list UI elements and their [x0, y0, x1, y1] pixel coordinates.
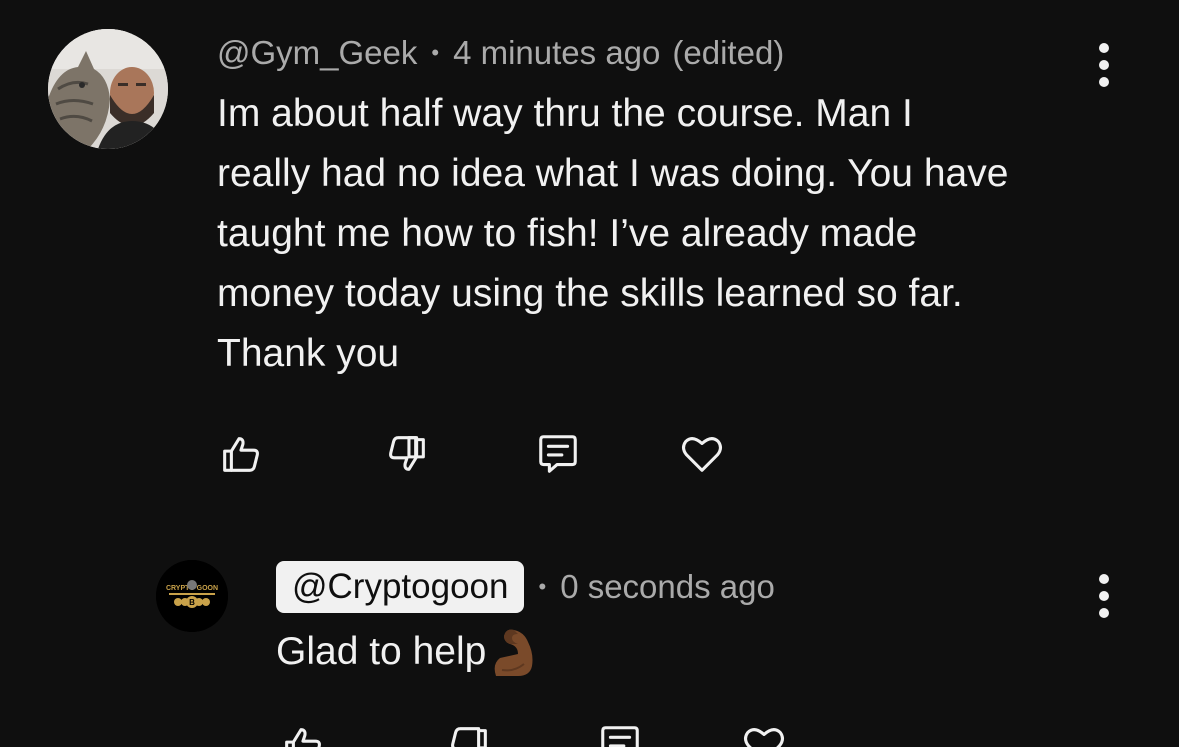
- logo-letter: B: [189, 598, 195, 607]
- comment-text: Im about half way thru the course. Man I…: [217, 92, 1009, 375]
- author-handle[interactable]: @Gym_Geek: [217, 34, 417, 72]
- dislike-button[interactable]: [383, 429, 433, 479]
- cryptogoon-logo: CRYPTO GOON B: [156, 560, 228, 632]
- user-with-cat-photo: [48, 29, 168, 149]
- like-button[interactable]: [215, 429, 265, 479]
- reply-author-handle[interactable]: @Cryptogoon: [276, 561, 525, 613]
- reply-icon: [539, 435, 577, 473]
- reply-button[interactable]: [595, 720, 645, 747]
- more-vertical-icon: [1099, 574, 1109, 584]
- meta-separator: •: [538, 574, 547, 599]
- comment-meta: @Gym_Geek • 4 minutes ago (edited): [217, 31, 784, 75]
- replier-avatar[interactable]: CRYPTO GOON B: [156, 560, 228, 632]
- comment-more-button[interactable]: [1089, 40, 1119, 90]
- like-button[interactable]: [277, 720, 327, 747]
- heart-button[interactable]: [677, 429, 727, 479]
- dislike-icon: [451, 727, 487, 747]
- comment-actions: [215, 429, 735, 479]
- edited-label: (edited): [672, 34, 785, 71]
- reply-more-button[interactable]: [1089, 571, 1119, 621]
- reply-meta: @Cryptogoon • 0 seconds ago: [276, 561, 775, 613]
- reply-button[interactable]: [533, 429, 583, 479]
- meta-separator: •: [431, 40, 440, 65]
- commenter-avatar[interactable]: [48, 29, 168, 149]
- reply-icon: [601, 726, 639, 747]
- heart-button[interactable]: [739, 720, 789, 747]
- reply-text: Glad to help: [276, 630, 487, 673]
- heart-icon: [682, 437, 722, 472]
- flexed-biceps-emoji: [494, 629, 533, 676]
- dislike-icon: [389, 436, 425, 471]
- heart-icon: [744, 728, 784, 747]
- dislike-button[interactable]: [445, 720, 495, 747]
- reply-actions: [277, 720, 797, 747]
- comments-section: @Gym_Geek • 4 minutes ago (edited) Im ab…: [0, 0, 1179, 747]
- reply-text-row: Glad to help: [276, 622, 544, 682]
- like-icon: [223, 437, 259, 472]
- timestamp: 4 minutes ago: [453, 34, 661, 71]
- like-icon: [285, 728, 321, 747]
- more-vertical-icon: [1099, 43, 1109, 53]
- timestamp: 0 seconds ago: [560, 568, 775, 605]
